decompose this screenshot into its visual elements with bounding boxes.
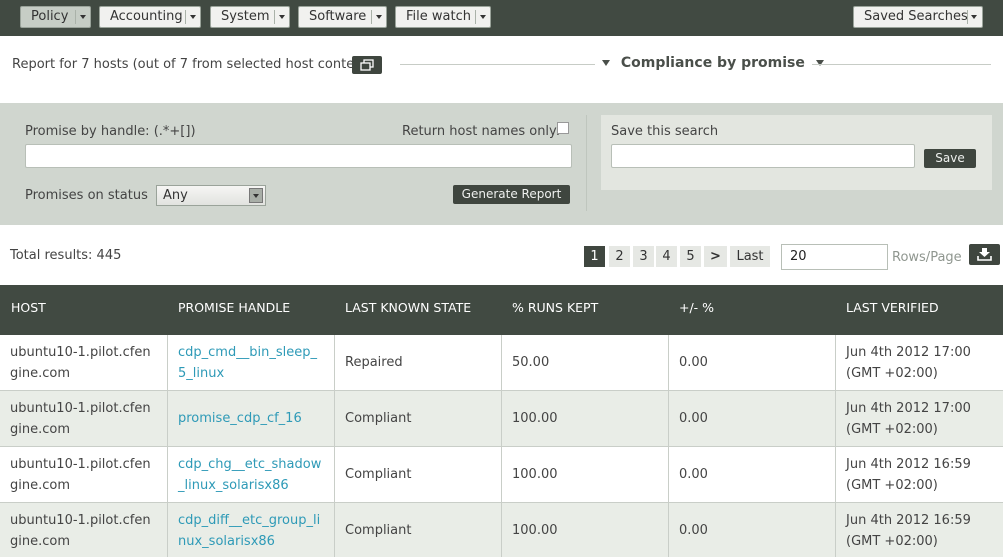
- delta-cell: 0.00: [669, 335, 836, 391]
- chevron-down-icon: [190, 15, 196, 19]
- handle-cell: cdp_chg__etc_shadow_linux_solarisx86: [168, 447, 335, 503]
- col-delta-header[interactable]: +/- %: [679, 300, 714, 315]
- handle-cell: cdp_diff__etc_group_linux_solarisx86: [168, 503, 335, 557]
- top-navigation: Policy Accounting System Software File w…: [0, 0, 1003, 36]
- status-select[interactable]: Any: [156, 185, 266, 206]
- col-state-header[interactable]: LAST KNOWN STATE: [345, 300, 471, 315]
- verified-cell: Jun 4th 2012 17:00 (GMT +02:00): [846, 401, 971, 437]
- saved-searches-menu[interactable]: Saved Searches: [853, 6, 983, 28]
- nav-system-label: System: [221, 9, 270, 24]
- handle-link[interactable]: promise_cdp_cf_16: [178, 411, 302, 426]
- divider-line: [400, 64, 595, 65]
- save-search-label: Save this search: [611, 124, 719, 139]
- state-cell: Compliant: [335, 391, 502, 447]
- col-kept-header[interactable]: % RUNS KEPT: [512, 300, 598, 315]
- return-hostnames-checkbox[interactable]: [557, 122, 569, 134]
- host-cell: ubuntu10-1.pilot.cfengine.com: [0, 391, 168, 447]
- delta-cell: 0.00: [669, 503, 836, 557]
- handle-input[interactable]: [25, 144, 572, 168]
- handle-label: Promise by handle: (.*+[]): [25, 124, 196, 139]
- vertical-divider: [586, 115, 587, 211]
- host-cell: ubuntu10-1.pilot.cfengine.com: [0, 335, 168, 391]
- triangle-down-icon: [602, 60, 610, 66]
- triangle-down-icon: [815, 60, 824, 66]
- save-search-input[interactable]: [611, 144, 915, 168]
- report-type-selector[interactable]: Compliance by promise: [602, 55, 824, 71]
- verified-cell: Jun 4th 2012 17:00 (GMT +02:00): [846, 345, 971, 381]
- chevron-down-icon: [80, 15, 86, 19]
- kept-cell: 100.00: [502, 503, 669, 557]
- page-4-button[interactable]: 4: [656, 246, 677, 267]
- chevron-down-icon: [971, 15, 977, 19]
- rows-per-page-label: Rows/Page: [892, 250, 962, 265]
- save-button[interactable]: Save: [924, 149, 976, 168]
- windows-icon: [360, 59, 374, 71]
- save-search-box: Save this search Save: [601, 115, 992, 190]
- page-3-button[interactable]: 3: [633, 246, 654, 267]
- kept-cell: 100.00: [502, 447, 669, 503]
- status-label: Promises on status: [25, 188, 148, 203]
- download-button[interactable]: [969, 244, 1000, 265]
- nav-system-menu[interactable]: System: [210, 6, 290, 28]
- table-row: ubuntu10-1.pilot.cfengine.com promise_cd…: [0, 391, 1003, 447]
- state-cell: Compliant: [335, 503, 502, 557]
- handle-link[interactable]: cdp_cmd__bin_sleep_5_linux: [178, 345, 317, 381]
- delta-cell: 0.00: [669, 391, 836, 447]
- filter-panel: Promise by handle: (.*+[]) Return host n…: [0, 103, 1003, 225]
- chevron-down-icon: [279, 15, 285, 19]
- nav-accounting-label: Accounting: [110, 9, 183, 24]
- kept-cell: 100.00: [502, 391, 669, 447]
- chevron-down-icon: [480, 15, 486, 19]
- nav-software-menu[interactable]: Software: [298, 6, 387, 28]
- state-cell: Repaired: [335, 335, 502, 391]
- table-row: ubuntu10-1.pilot.cfengine.com cdp_cmd__b…: [0, 335, 1003, 391]
- total-results: Total results: 445: [10, 248, 122, 263]
- rows-per-page-input[interactable]: 20: [781, 244, 888, 270]
- page-1-button[interactable]: 1: [584, 246, 605, 267]
- state-cell: Compliant: [335, 447, 502, 503]
- generate-report-button[interactable]: Generate Report: [453, 185, 570, 204]
- nav-policy-menu[interactable]: Policy: [20, 6, 91, 28]
- table-row: ubuntu10-1.pilot.cfengine.com cdp_chg__e…: [0, 447, 1003, 503]
- nav-policy-label: Policy: [31, 9, 69, 24]
- handle-link[interactable]: cdp_chg__etc_shadow_linux_solarisx86: [178, 457, 321, 493]
- saved-searches-label: Saved Searches: [864, 9, 968, 24]
- last-page-button[interactable]: Last: [730, 246, 770, 267]
- report-header: Report for 7 hosts (out of 7 from select…: [0, 36, 1003, 103]
- verified-cell: Jun 4th 2012 16:59 (GMT +02:00): [846, 513, 971, 549]
- page-2-button[interactable]: 2: [609, 246, 630, 267]
- dropdown-arrow-icon: [249, 188, 263, 203]
- handle-cell: cdp_cmd__bin_sleep_5_linux: [168, 335, 335, 391]
- handle-cell: promise_cdp_cf_16: [168, 391, 335, 447]
- table-header: HOST PROMISE HANDLE LAST KNOWN STATE % R…: [0, 285, 1003, 335]
- status-select-value: Any: [163, 188, 188, 203]
- results-bar: Total results: 445 1 2 3 4 5 > Last 20 R…: [0, 225, 1003, 285]
- nav-accounting-menu[interactable]: Accounting: [99, 6, 201, 28]
- nav-filewatch-label: File watch: [406, 9, 471, 24]
- divider-line: [812, 64, 991, 65]
- download-icon: [977, 248, 992, 261]
- page-5-button[interactable]: 5: [680, 246, 701, 267]
- host-context-popup-button[interactable]: [352, 56, 382, 74]
- report-type-label: Compliance by promise: [620, 55, 805, 71]
- handle-link[interactable]: cdp_diff__etc_group_linux_solarisx86: [178, 513, 320, 549]
- col-verified-header[interactable]: LAST VERIFIED: [846, 300, 939, 315]
- return-hostnames-label: Return host names only:: [402, 124, 561, 139]
- nav-software-label: Software: [309, 9, 367, 24]
- host-context-text: Report for 7 hosts (out of 7 from select…: [12, 57, 372, 72]
- verified-cell: Jun 4th 2012 16:59 (GMT +02:00): [846, 457, 971, 493]
- col-handle-header[interactable]: PROMISE HANDLE: [178, 300, 290, 315]
- host-cell: ubuntu10-1.pilot.cfengine.com: [0, 503, 168, 557]
- nav-filewatch-menu[interactable]: File watch: [395, 6, 491, 28]
- table-row: ubuntu10-1.pilot.cfengine.com cdp_diff__…: [0, 503, 1003, 557]
- col-host-header[interactable]: HOST: [11, 300, 46, 315]
- delta-cell: 0.00: [669, 447, 836, 503]
- host-cell: ubuntu10-1.pilot.cfengine.com: [0, 447, 168, 503]
- next-page-button[interactable]: >: [704, 246, 727, 267]
- kept-cell: 50.00: [502, 335, 669, 391]
- chevron-down-icon: [376, 15, 382, 19]
